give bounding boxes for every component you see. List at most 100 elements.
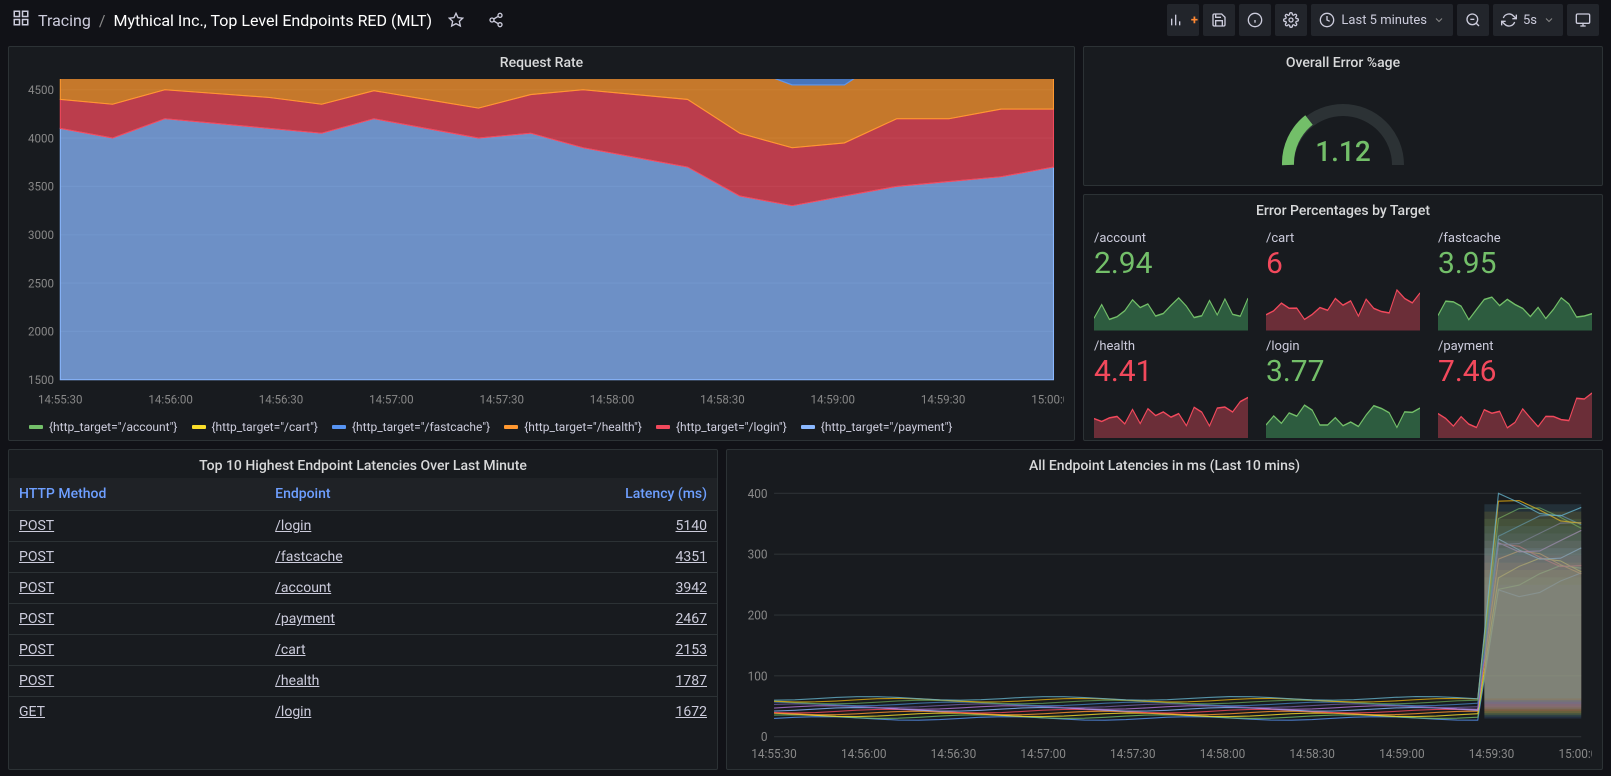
chart-legend: {http_target="/account"} {http_target="/c… [9,416,1074,440]
legend-swatch [29,425,43,429]
legend-item[interactable]: {http_target="/cart"} [192,420,319,434]
legend-swatch [192,425,206,429]
legend-swatch [801,425,815,429]
col-method[interactable]: HTTP Method [9,478,265,511]
save-button[interactable] [1203,4,1235,36]
request-rate-chart[interactable]: 150020002500300035004000450014:55:3014:5… [9,75,1074,416]
settings-button[interactable] [1275,4,1307,36]
gauge: 1.12 [1273,90,1413,170]
svg-text:14:57:00: 14:57:00 [1020,747,1066,761]
dashboard-icon[interactable] [12,9,30,31]
svg-text:14:59:30: 14:59:30 [1469,747,1515,761]
tv-mode-button[interactable] [1567,4,1599,36]
table-row[interactable]: POST /account 3942 [9,573,717,604]
breadcrumb: Tracing / Mythical Inc., Top Level Endpo… [12,4,512,36]
svg-text:3500: 3500 [28,180,54,194]
breadcrumb-folder[interactable]: Tracing [38,11,91,30]
svg-text:200: 200 [748,608,768,622]
col-endpoint[interactable]: Endpoint [265,478,474,511]
svg-text:100: 100 [748,669,768,683]
legend-item[interactable]: {http_target="/fastcache"} [332,420,490,434]
table-row[interactable]: POST /login 5140 [9,511,717,542]
breadcrumb-sep: / [99,11,106,30]
cell-method[interactable]: POST [9,635,265,666]
legend-swatch [504,425,518,429]
legend-label: {http_target="/fastcache"} [352,420,490,434]
col-latency[interactable]: Latency (ms) [474,478,717,511]
svg-text:3000: 3000 [28,228,54,242]
table-row[interactable]: POST /fastcache 4351 [9,542,717,573]
svg-text:15:00:00: 15:00:00 [1558,747,1592,761]
legend-item[interactable]: {http_target="/payment"} [801,420,953,434]
breadcrumb-title[interactable]: Mythical Inc., Top Level Endpoints RED (… [113,11,432,30]
error-cell[interactable]: /login 3.77 [1258,333,1428,439]
chevron-down-icon [1543,14,1555,26]
cell-method[interactable]: POST [9,604,265,635]
legend-item[interactable]: {http_target="/account"} [29,420,178,434]
legend-item[interactable]: {http_target="/login"} [656,420,787,434]
error-target-label: /login [1266,339,1420,354]
cell-latency[interactable]: 5140 [474,511,717,542]
cell-endpoint[interactable]: /cart [265,635,474,666]
cell-method[interactable]: POST [9,511,265,542]
error-target-label: /account [1094,231,1248,246]
error-cell[interactable]: /health 4.41 [1086,333,1256,439]
error-target-label: /cart [1266,231,1420,246]
gauge-value: 1.12 [1273,135,1413,168]
legend-label: {http_target="/cart"} [212,420,319,434]
error-cell[interactable]: /payment 7.46 [1430,333,1600,439]
svg-text:14:56:30: 14:56:30 [931,747,977,761]
time-range-picker[interactable]: Last 5 minutes [1311,4,1453,36]
table-row[interactable]: POST /payment 2467 [9,604,717,635]
refresh-picker[interactable]: 5s [1493,4,1563,36]
cell-endpoint[interactable]: /login [265,697,474,728]
panel-error-by-target: Error Percentages by Target /account 2.9… [1083,194,1603,441]
svg-text:15:00:00: 15:00:00 [1031,392,1064,406]
cell-method[interactable]: POST [9,542,265,573]
svg-text:14:58:30: 14:58:30 [1289,747,1335,761]
toolbar: + Last 5 minutes 5s [1167,4,1599,36]
sparkline [1266,282,1420,331]
star-icon[interactable] [440,4,472,36]
cell-latency[interactable]: 4351 [474,542,717,573]
add-panel-button[interactable]: + [1167,4,1199,36]
zoom-out-button[interactable] [1457,4,1489,36]
panel-request-rate: Request Rate 150020002500300035004000450… [8,46,1075,441]
cell-endpoint[interactable]: /fastcache [265,542,474,573]
cell-endpoint[interactable]: /payment [265,604,474,635]
share-icon[interactable] [480,4,512,36]
info-button[interactable] [1239,4,1271,36]
error-cell[interactable]: /account 2.94 [1086,225,1256,331]
svg-text:14:56:00: 14:56:00 [841,747,887,761]
cell-latency[interactable]: 2467 [474,604,717,635]
sparkline [1094,390,1248,439]
legend-label: {http_target="/payment"} [821,420,953,434]
cell-endpoint[interactable]: /login [265,511,474,542]
cell-latency[interactable]: 1672 [474,697,717,728]
all-latencies-chart[interactable]: 010020030040014:55:3014:56:0014:56:3014:… [727,478,1602,769]
legend-swatch [332,425,346,429]
cell-latency[interactable]: 2153 [474,635,717,666]
svg-text:400: 400 [748,487,768,501]
legend-swatch [656,425,670,429]
cell-method[interactable]: POST [9,573,265,604]
legend-item[interactable]: {http_target="/health"} [504,420,642,434]
table-row[interactable]: POST /health 1787 [9,666,717,697]
plus-icon: + [1191,13,1198,28]
cell-method[interactable]: GET [9,697,265,728]
cell-latency[interactable]: 3942 [474,573,717,604]
cell-endpoint[interactable]: /health [265,666,474,697]
table-row[interactable]: GET /login 1672 [9,697,717,728]
error-cell[interactable]: /cart 6 [1258,225,1428,331]
panel-title: Overall Error %age [1084,47,1602,75]
sparkline [1266,390,1420,439]
svg-text:14:56:30: 14:56:30 [259,392,304,406]
cell-endpoint[interactable]: /account [265,573,474,604]
table-row[interactable]: POST /cart 2153 [9,635,717,666]
panel-title: Error Percentages by Target [1084,195,1602,223]
panel-title: Top 10 Highest Endpoint Latencies Over L… [9,450,717,478]
cell-latency[interactable]: 1787 [474,666,717,697]
legend-label: {http_target="/account"} [49,420,178,434]
error-cell[interactable]: /fastcache 3.95 [1430,225,1600,331]
cell-method[interactable]: POST [9,666,265,697]
